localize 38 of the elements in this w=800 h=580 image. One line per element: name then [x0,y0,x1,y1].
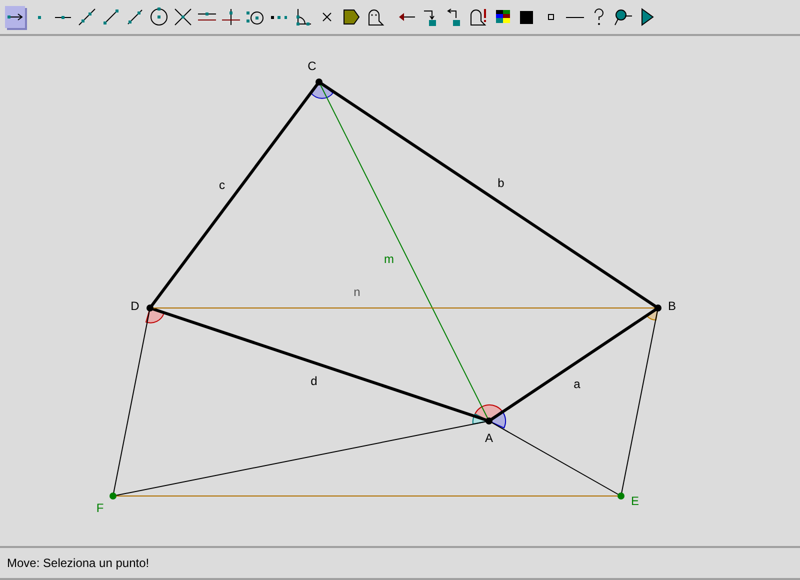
tool-button[interactable] [5,6,25,28]
tool-button[interactable] [469,6,489,28]
segment-label: c [219,178,225,192]
point-label: F [96,501,104,515]
angle-mark [472,404,506,428]
dots-icon [270,16,288,18]
point[interactable] [486,418,492,424]
polygon-icon [341,7,361,27]
segment-label: n [354,285,360,299]
point[interactable] [654,304,662,312]
status-message: Move: Seleziona un punto! [7,555,150,572]
segment-label: b [498,176,504,190]
ghost-alert-icon [469,7,489,27]
circle-icon [149,7,169,27]
segment-label: m [384,252,394,266]
point[interactable] [146,304,154,312]
point-icon [38,16,40,18]
point-on-line-icon [55,16,71,18]
segment-label: a [574,377,580,391]
tool-button[interactable] [221,6,241,28]
small-square-icon [548,14,554,20]
intersection-icon [173,7,193,27]
segment-label: d [310,374,318,388]
point-label: A [485,431,493,445]
tool-button[interactable] [77,6,97,28]
point-label: B [668,299,676,313]
tool-button[interactable] [149,6,169,28]
point-label: E [631,494,640,508]
pin-icon [613,7,633,27]
line-style-icon [566,16,584,18]
segment-icon [101,7,121,27]
line-icon [77,7,97,27]
perpendicular-icon [221,7,241,27]
point-label: D [130,299,140,313]
point[interactable] [316,78,322,86]
point-label: C [308,59,316,73]
ray-icon [125,7,145,27]
tool-button[interactable] [173,6,193,28]
